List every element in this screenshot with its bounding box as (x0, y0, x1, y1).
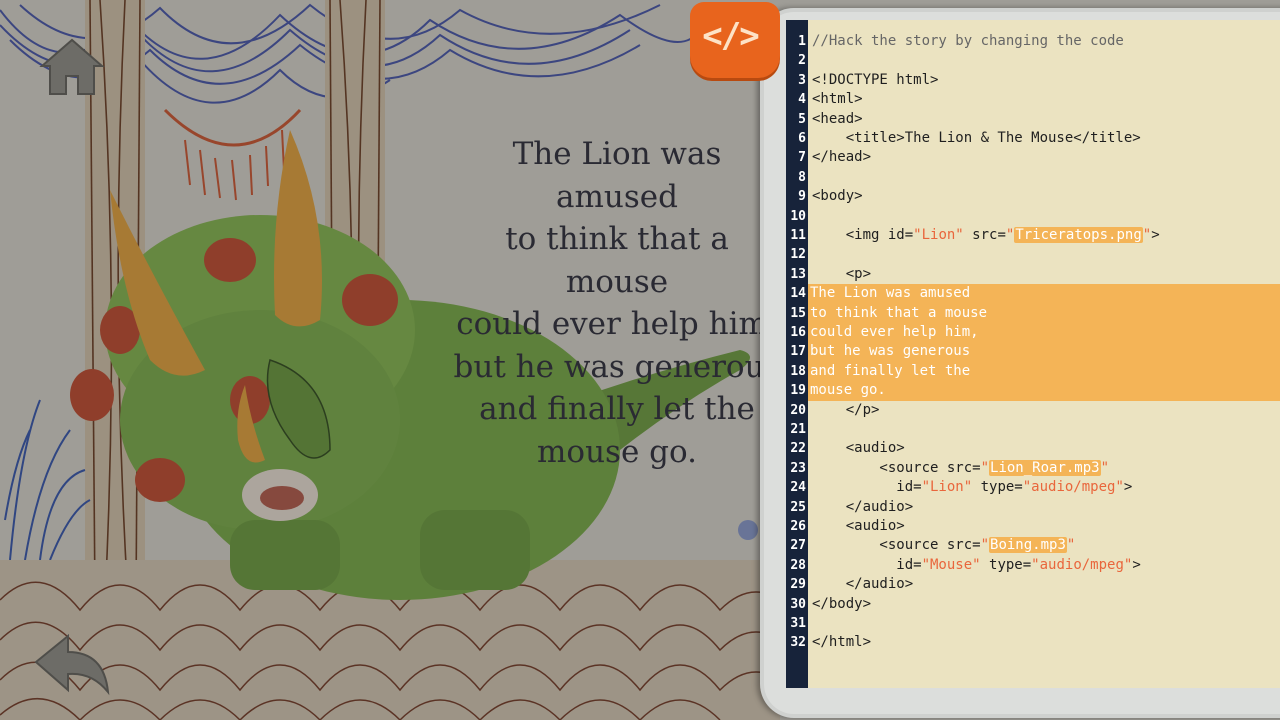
code-line: 7 </head> (798, 149, 872, 166)
code-line: 8 (798, 169, 806, 185)
story-text: The Lion was amused to think that a mous… (453, 136, 781, 470)
code-line: 12 (790, 247, 806, 263)
code-icon: </> (702, 16, 759, 56)
code-line: 21 (790, 422, 806, 437)
paragraph-editable-line[interactable]: 18 and finally let the (786, 361, 1280, 382)
code-line: 28 id="Mouse" type="audio/mpeg"> (790, 556, 1141, 573)
code-line: 26 <audio> (790, 518, 905, 534)
code-line: 31 (790, 616, 806, 631)
audio-src-editable[interactable]: Boing.mp3 (989, 537, 1067, 554)
code-line: 9 <body> (798, 188, 863, 205)
code-line: 2 (798, 53, 806, 69)
audio-src-editable[interactable]: Lion_Roar.mp3 (989, 459, 1101, 476)
img-src-editable[interactable]: Triceratops.png (1014, 227, 1143, 243)
code-line: 6 <title>The Lion & The Mouse</title> (798, 130, 1141, 146)
back-button[interactable] (32, 632, 112, 698)
code-line: 13 <p> (790, 265, 872, 282)
paragraph-editable-line[interactable]: 19 mouse go. (786, 381, 1280, 401)
code-line: 4 <html> (798, 91, 863, 108)
paragraph-editable-line[interactable]: 14 The Lion was amused (786, 284, 1280, 304)
home-icon (39, 38, 105, 95)
paragraph-editable-line[interactable]: 15 to think that a mouse (786, 303, 1280, 323)
code-line: 30 </body> (790, 595, 872, 612)
code-line: 1//Hack the story by changing the code (798, 33, 1124, 49)
paragraph-editable-line[interactable]: 16 could ever help him, (786, 323, 1280, 343)
code-line: 20 </p> (790, 401, 880, 418)
code-line: 10 (790, 208, 806, 224)
code-line: 25 </audio> (790, 498, 914, 515)
code-line: 24 id="Lion" type="audio/mpeg"> (790, 479, 1133, 496)
code-line: 32 </html> (790, 634, 872, 651)
code-line: 3 <!DOCTYPE html> (798, 71, 939, 88)
code-line: 5 <head> (798, 110, 863, 127)
code-line-audio-source: 23 <source src="Lion_Roar.mp3" (790, 459, 1110, 476)
code-line: 29 </audio> (790, 576, 914, 593)
paragraph-editable-line[interactable]: 17 but he was generous (786, 342, 1280, 362)
home-button[interactable] (36, 36, 108, 98)
code-line: 22 <audio> (790, 440, 905, 457)
code-line-audio-source: 27 <source src="Boing.mp3" (790, 537, 1076, 554)
back-arrow-icon (34, 633, 110, 696)
code-toggle-button[interactable]: </> (690, 2, 780, 78)
code-line-img: 11 <img id="Lion" src="Triceratops.png"> (790, 227, 1160, 243)
